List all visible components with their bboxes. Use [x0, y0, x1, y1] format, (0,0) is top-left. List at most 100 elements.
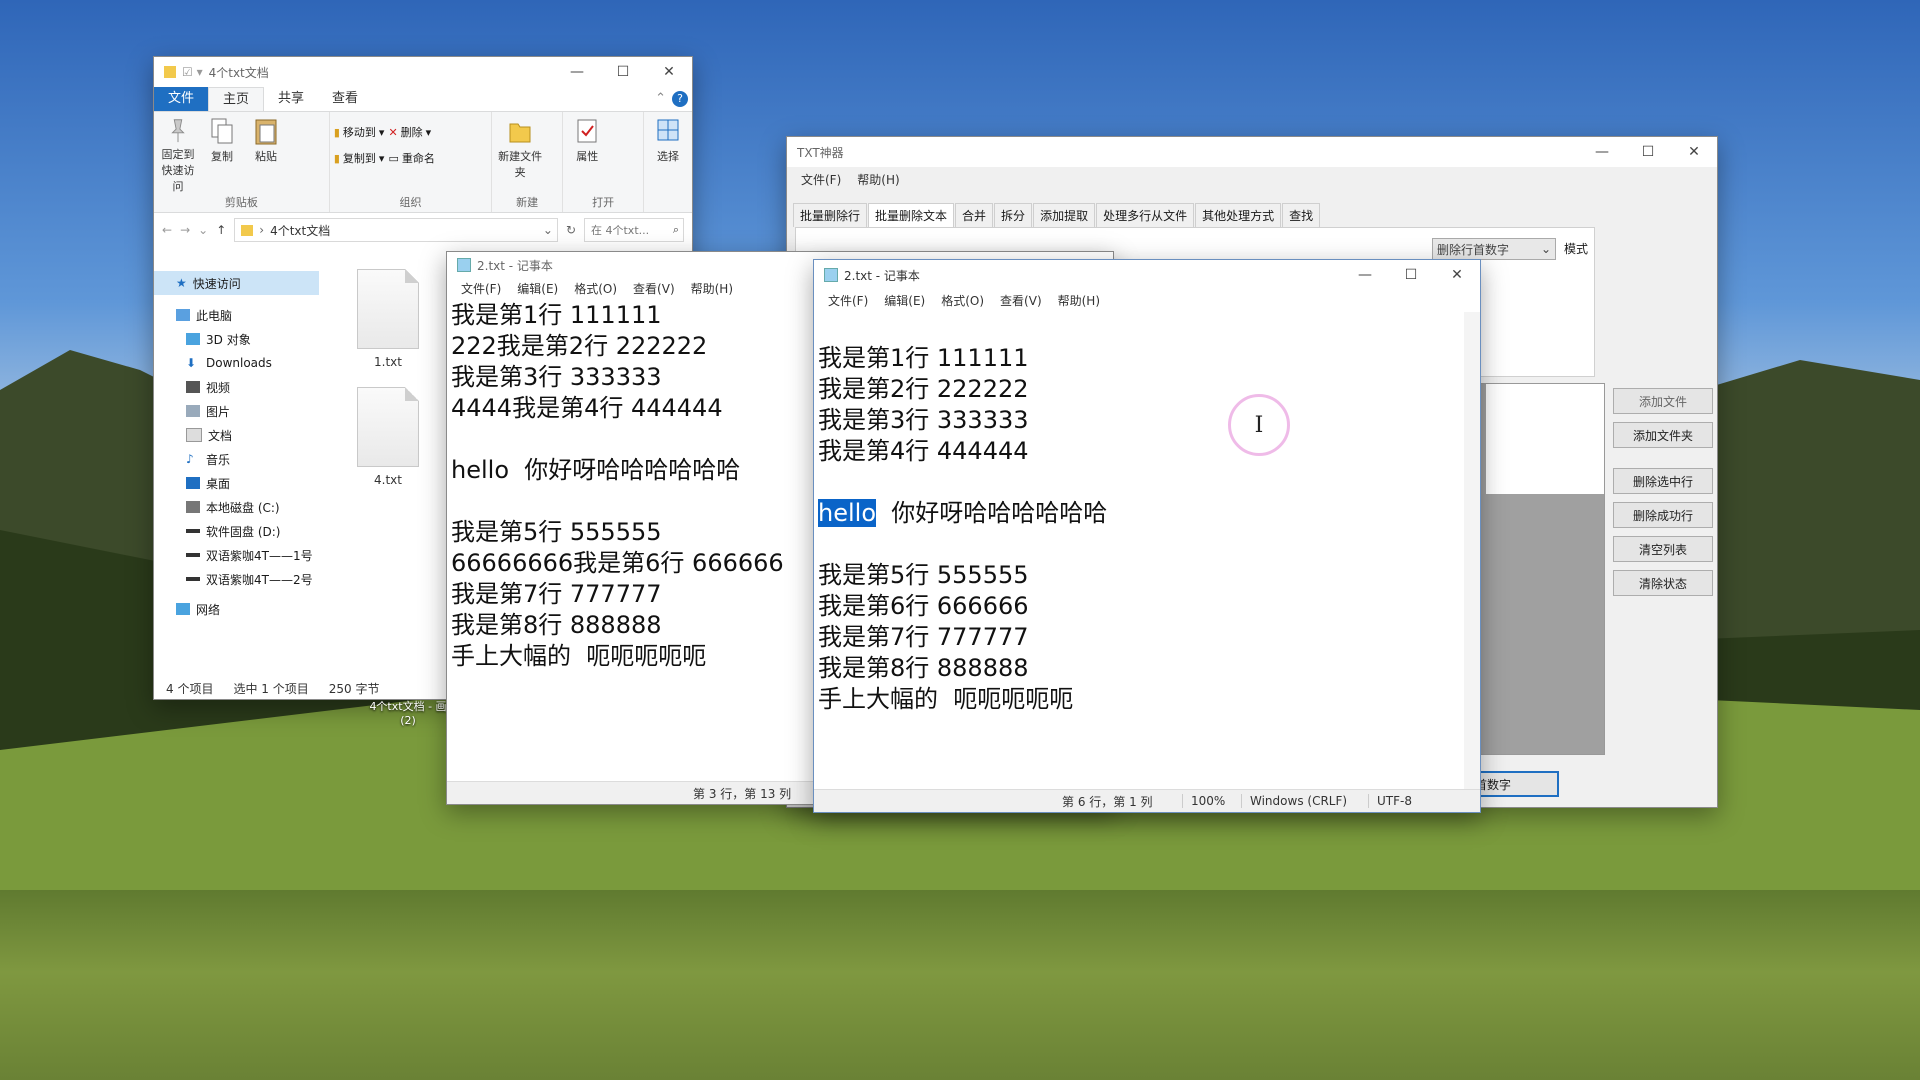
tab-batch-delete-lines[interactable]: 批量删除行: [793, 203, 868, 227]
drive-icon: [186, 553, 200, 557]
tab-split[interactable]: 拆分: [994, 203, 1033, 227]
menu-help[interactable]: 帮助(H): [1050, 292, 1108, 309]
tab-find[interactable]: 查找: [1282, 203, 1321, 227]
new-folder-label: 新建文件夹: [498, 150, 543, 179]
forward-icon[interactable]: →: [180, 223, 190, 237]
notepad-right-editor[interactable]: 我是第1行 111111 我是第2行 222222 我是第3行 333333 我…: [814, 312, 1464, 790]
encoding: UTF-8: [1368, 794, 1412, 808]
delete-button[interactable]: ✕ 删除 ▾: [388, 124, 434, 140]
recent-locations-icon[interactable]: ⌄: [198, 223, 208, 237]
maximize-icon[interactable]: ☐: [1625, 137, 1671, 167]
nav-videos[interactable]: 视频: [154, 375, 319, 399]
clear-list-button[interactable]: 清空列表: [1613, 536, 1713, 562]
video-icon: [186, 381, 200, 393]
download-icon: ⬇: [186, 356, 197, 370]
selected-text: hello: [818, 499, 876, 527]
minimize-icon[interactable]: —: [1579, 137, 1625, 167]
file-item[interactable]: 4.txt: [348, 387, 428, 487]
nav-downloads[interactable]: ⬇ Downloads: [154, 351, 319, 375]
nav-desktop[interactable]: 桌面: [154, 471, 319, 495]
menu-file[interactable]: 文件(F): [793, 171, 849, 188]
tab-file[interactable]: 文件: [154, 87, 209, 111]
tab-merge[interactable]: 合并: [955, 203, 994, 227]
nav-3d-objects[interactable]: 3D 对象: [154, 327, 319, 351]
search-input[interactable]: 在 4个txt... ⌕: [584, 218, 684, 242]
close-icon[interactable]: ✕: [1434, 260, 1480, 290]
tab-share[interactable]: 共享: [264, 87, 318, 111]
txt-tool-title: TXT神器: [797, 145, 844, 160]
nav-this-pc[interactable]: 此电脑: [154, 303, 319, 327]
file-name: 1.txt: [374, 355, 402, 369]
menu-format[interactable]: 格式(O): [566, 280, 625, 297]
properties-button[interactable]: 属性: [567, 116, 607, 194]
nav-drive-1[interactable]: 双语紫咖4T——1号: [154, 543, 319, 567]
collapse-ribbon-icon[interactable]: ⌃: [649, 87, 672, 111]
text-file-icon: [357, 387, 419, 467]
close-icon[interactable]: ✕: [646, 57, 692, 87]
move-to-label: 移动到: [342, 126, 376, 139]
menu-edit[interactable]: 编辑(E): [509, 280, 566, 297]
nav-drive-2[interactable]: 双语紫咖4T——2号: [154, 567, 319, 591]
item-count: 4 个项目: [166, 681, 214, 696]
help-icon[interactable]: ?: [672, 91, 688, 107]
tab-home[interactable]: 主页: [208, 86, 265, 112]
mode-select[interactable]: 删除行首数字 ⌄: [1432, 238, 1556, 260]
select-group: 选择: [644, 112, 692, 212]
select-button[interactable]: 选择: [648, 116, 688, 194]
menu-view[interactable]: 查看(V): [625, 280, 683, 297]
move-to-button[interactable]: ▮ 移动到 ▾: [334, 124, 385, 140]
nav-network[interactable]: 网络: [154, 597, 319, 621]
delete-success-button[interactable]: 删除成功行: [1613, 502, 1713, 528]
refresh-icon[interactable]: ↻: [566, 223, 576, 237]
add-file-button[interactable]: 添加文件: [1613, 388, 1713, 414]
pin-quick-access-button[interactable]: 固定到快速访问: [158, 116, 198, 194]
menu-help[interactable]: 帮助(H): [683, 280, 741, 297]
up-icon[interactable]: ↑: [216, 223, 226, 237]
cursor-position: 第 3 行，第 13 列: [693, 786, 792, 801]
line: 我是第1行 111111: [451, 301, 662, 329]
quick-access-toolbar-icon[interactable]: ☑ ▾: [182, 65, 203, 79]
close-icon[interactable]: ✕: [1671, 137, 1717, 167]
nav-pictures[interactable]: 图片: [154, 399, 319, 423]
tab-add-extract[interactable]: 添加提取: [1033, 203, 1096, 227]
clear-status-button[interactable]: 清除状态: [1613, 570, 1713, 596]
search-placeholder: 在 4个txt...: [591, 224, 650, 237]
ribbon: 固定到快速访问 复制 粘贴 剪贴板 ▮ 移动到 ▾ ▮ 复制到 ▾ ✕ 删除 ▾ ▭ 重命名 …: [154, 111, 692, 213]
rename-button[interactable]: ▭ 重命名: [388, 150, 434, 166]
notepad-icon: [457, 258, 471, 272]
back-icon[interactable]: ←: [162, 223, 172, 237]
nav-music[interactable]: ♪ 音乐: [154, 447, 319, 471]
maximize-icon[interactable]: ☐: [1388, 260, 1434, 290]
menu-help[interactable]: 帮助(H): [849, 171, 907, 188]
tab-other[interactable]: 其他处理方式: [1195, 203, 1282, 227]
menu-view[interactable]: 查看(V): [992, 292, 1050, 309]
nav-quick-access[interactable]: ★ 快速访问: [154, 271, 319, 295]
new-folder-button[interactable]: 新建文件夹: [496, 116, 544, 194]
nav-drive-c[interactable]: 本地磁盘 (C:): [154, 495, 319, 519]
paste-button[interactable]: 粘贴: [246, 116, 286, 194]
minimize-icon[interactable]: —: [1342, 260, 1388, 290]
tab-view[interactable]: 查看: [318, 87, 372, 111]
menu-file[interactable]: 文件(F): [820, 292, 876, 309]
nav-label: 快速访问: [192, 276, 241, 291]
nav-drive-d[interactable]: 软件固盘 (D:): [154, 519, 319, 543]
copy-to-button[interactable]: ▮ 复制到 ▾: [334, 150, 385, 166]
address-bar[interactable]: › 4个txt文档 ⌄: [234, 218, 558, 242]
vertical-scrollbar[interactable]: [1464, 312, 1480, 790]
menu-file[interactable]: 文件(F): [453, 280, 509, 297]
nav-documents[interactable]: 文档: [154, 423, 319, 447]
file-item[interactable]: 1.txt: [348, 269, 428, 369]
copy-button[interactable]: 复制: [202, 116, 242, 194]
delete-selected-button[interactable]: 删除选中行: [1613, 468, 1713, 494]
tab-multiline[interactable]: 处理多行从文件: [1096, 203, 1195, 227]
maximize-icon[interactable]: ☐: [600, 57, 646, 87]
selected-count: 选中 1 个项目: [233, 681, 309, 696]
minimize-icon[interactable]: —: [554, 57, 600, 87]
add-folder-button[interactable]: 添加文件夹: [1613, 422, 1713, 448]
line: 我是第7行 777777: [451, 580, 662, 608]
cursor-position: 第 6 行，第 1 列: [1062, 794, 1153, 809]
chevron-down-icon[interactable]: ⌄: [543, 223, 553, 237]
menu-format[interactable]: 格式(O): [933, 292, 992, 309]
tab-batch-delete-text[interactable]: 批量删除文本: [868, 203, 955, 227]
menu-edit[interactable]: 编辑(E): [876, 292, 933, 309]
